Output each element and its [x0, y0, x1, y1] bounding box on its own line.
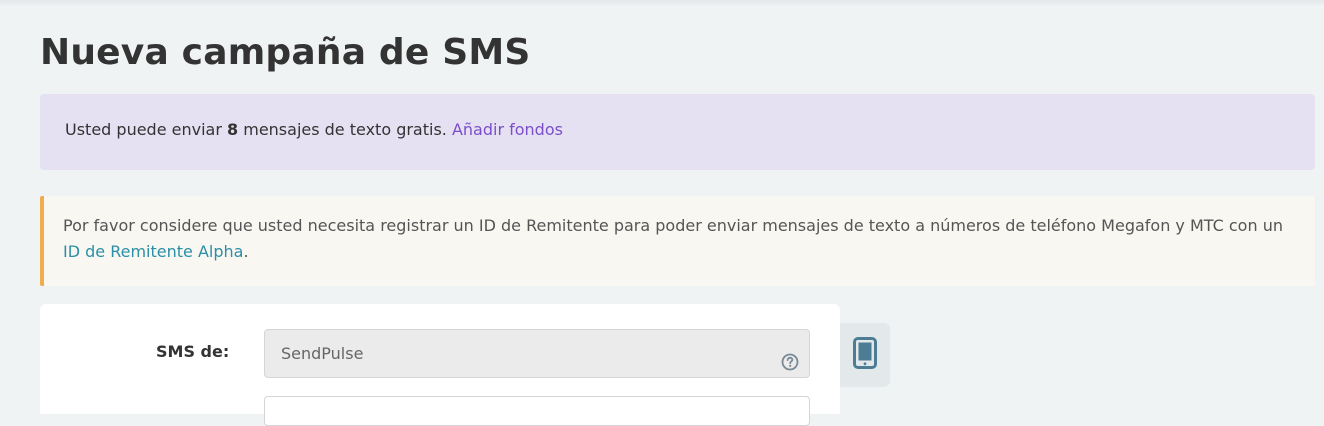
sender-input-value: SendPulse [281, 344, 364, 363]
sender-notice-text: Por favor considere que usted necesita r… [63, 216, 1283, 235]
add-funds-link[interactable]: Añadir fondos [452, 120, 563, 139]
phone-preview-button[interactable] [840, 323, 890, 387]
top-shade [0, 0, 1324, 6]
sender-input[interactable]: SendPulse [264, 329, 810, 378]
question-circle-icon[interactable] [781, 342, 799, 371]
page-title: Nueva campaña de SMS [40, 32, 531, 73]
campaign-form-card: SMS de: SendPulse [40, 304, 840, 426]
free-sms-text-after: mensajes de texto gratis. [238, 120, 452, 139]
sender-label: SMS de: [156, 342, 230, 361]
free-sms-count: 8 [227, 120, 239, 139]
mobile-phone-icon [853, 337, 877, 373]
sender-notice-period: . [243, 242, 249, 261]
free-sms-text-before: Usted puede enviar [65, 120, 227, 139]
free-sms-alert: Usted puede enviar 8 mensajes de texto g… [40, 94, 1315, 170]
sender-id-notice: Por favor considere que usted necesita r… [40, 196, 1315, 286]
message-input-field[interactable] [264, 396, 810, 426]
alpha-sender-id-link[interactable]: ID de Remitente Alpha [63, 242, 243, 261]
